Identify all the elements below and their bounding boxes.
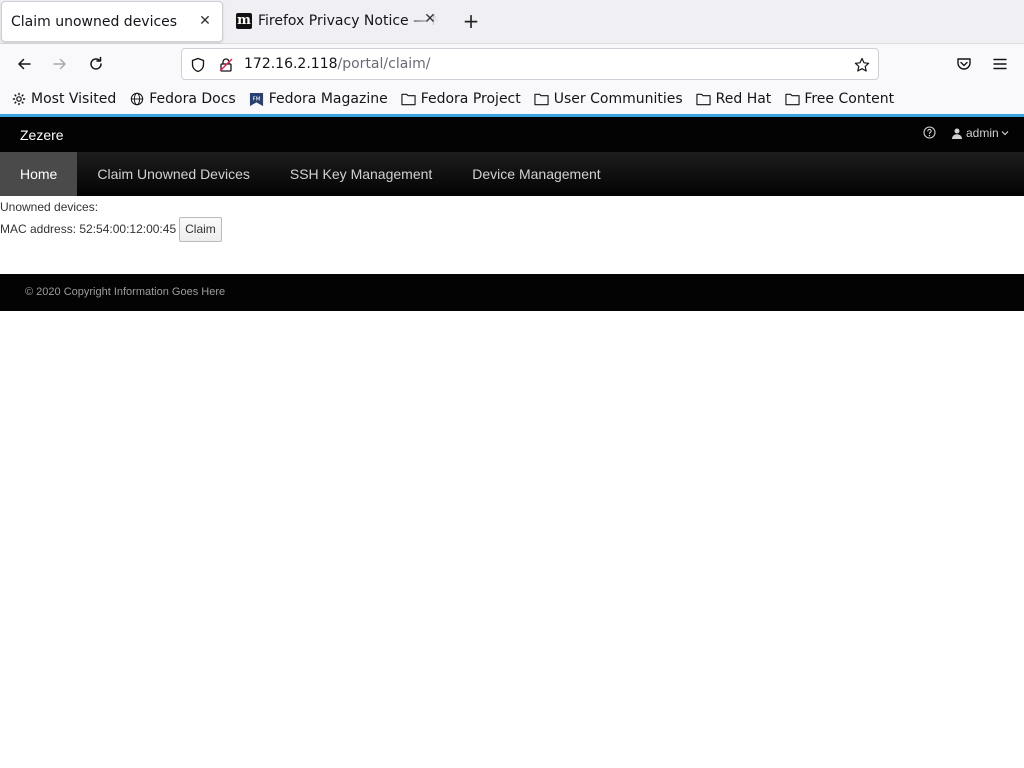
globe-icon bbox=[129, 91, 145, 107]
tab-title: Claim unowned devices bbox=[11, 13, 178, 30]
insecure-lock-icon[interactable] bbox=[217, 56, 235, 74]
help-icon[interactable] bbox=[921, 124, 937, 140]
hamburger-menu-icon bbox=[993, 58, 1007, 70]
address-bar[interactable]: 172.16.2.118/portal/claim/ bbox=[181, 48, 879, 80]
tab-claim-unowned-devices[interactable]: Claim unowned devices ✕ bbox=[1, 1, 223, 42]
web-page: Zezere admin Home Claim Unowned Devices … bbox=[0, 114, 1024, 768]
nav-home[interactable]: Home bbox=[0, 152, 78, 196]
username: admin bbox=[966, 126, 999, 140]
bookmark-fedora-project[interactable]: Fedora Project bbox=[401, 91, 521, 107]
bookmark-fedora-magazine[interactable]: FM Fedora Magazine bbox=[249, 91, 388, 107]
bookmark-label: Red Hat bbox=[715, 91, 772, 107]
tab-title: Firefox Privacy Notice — Mozilla bbox=[258, 12, 438, 29]
url-path: /portal/claim/ bbox=[337, 56, 431, 72]
mac-address-text: MAC address: 52:54:00:12:00:45 bbox=[0, 222, 177, 236]
bookmark-label: Fedora Docs bbox=[149, 91, 236, 107]
copyright-text: © 2020 Copyright Information Goes Here bbox=[25, 286, 226, 298]
chevron-down-icon bbox=[1001, 130, 1009, 136]
bookmark-label: Free Content bbox=[804, 91, 895, 107]
nav-claim-unowned-devices[interactable]: Claim Unowned Devices bbox=[77, 152, 270, 196]
bookmark-star-icon[interactable] bbox=[853, 56, 871, 74]
fedora-magazine-icon: FM bbox=[249, 91, 265, 107]
masthead: Zezere admin bbox=[0, 117, 1024, 152]
reload-icon bbox=[90, 56, 102, 70]
tab-firefox-privacy-notice[interactable]: m Firefox Privacy Notice — Mozilla ✕ bbox=[232, 0, 442, 41]
folder-icon bbox=[401, 91, 417, 107]
user-menu[interactable]: admin bbox=[952, 126, 1009, 140]
gear-icon bbox=[11, 91, 27, 107]
nav-device-management[interactable]: Device Management bbox=[452, 152, 620, 196]
bookmark-red-hat[interactable]: Red Hat bbox=[696, 91, 772, 107]
bookmark-label: Fedora Magazine bbox=[268, 91, 388, 107]
bookmark-label: Fedora Project bbox=[420, 91, 521, 107]
bookmark-fedora-docs[interactable]: Fedora Docs bbox=[129, 91, 236, 107]
nav-ssh-key-management[interactable]: SSH Key Management bbox=[270, 152, 452, 196]
primary-nav: Home Claim Unowned Devices SSH Key Manag… bbox=[0, 152, 1024, 196]
svg-text:FM: FM bbox=[253, 96, 261, 102]
main-content: Unowned devices: MAC address: 52:54:00:1… bbox=[0, 196, 1024, 242]
tab-strip: Claim unowned devices ✕ m Firefox Privac… bbox=[0, 0, 1024, 44]
folder-icon bbox=[696, 91, 712, 107]
bookmark-most-visited[interactable]: Most Visited bbox=[11, 91, 116, 107]
pocket-icon bbox=[957, 58, 971, 70]
brand-name[interactable]: Zezere bbox=[20, 127, 64, 143]
mozilla-favicon-icon: m bbox=[236, 12, 252, 29]
url-text[interactable]: 172.16.2.118/portal/claim/ bbox=[244, 56, 431, 72]
close-tab-icon[interactable]: ✕ bbox=[422, 11, 438, 27]
device-row: MAC address: 52:54:00:12:00:45 Claim bbox=[0, 216, 1024, 242]
footer: © 2020 Copyright Information Goes Here bbox=[0, 274, 1024, 311]
new-tab-button[interactable]: + bbox=[460, 10, 482, 32]
navigation-toolbar: 172.16.2.118/portal/claim/ bbox=[0, 44, 1024, 84]
bookmark-user-communities[interactable]: User Communities bbox=[534, 91, 683, 107]
reload-button[interactable] bbox=[82, 52, 110, 76]
app-menu-button[interactable] bbox=[986, 52, 1014, 76]
pocket-button[interactable] bbox=[950, 52, 978, 76]
bookmark-label: User Communities bbox=[553, 91, 683, 107]
bookmark-free-content[interactable]: Free Content bbox=[784, 91, 894, 107]
claim-button[interactable]: Claim bbox=[179, 216, 222, 242]
arrow-left-icon bbox=[18, 58, 31, 70]
folder-icon bbox=[534, 91, 550, 107]
user-icon bbox=[952, 128, 962, 139]
folder-icon bbox=[784, 91, 800, 107]
arrow-right-icon bbox=[53, 58, 66, 70]
bookmark-label: Most Visited bbox=[31, 91, 117, 107]
forward-button[interactable] bbox=[46, 52, 74, 76]
shield-icon[interactable] bbox=[189, 56, 207, 74]
close-tab-icon[interactable]: ✕ bbox=[197, 13, 213, 29]
url-host: 172.16.2.118 bbox=[244, 56, 338, 72]
unowned-devices-heading: Unowned devices: bbox=[0, 200, 99, 214]
bookmarks-toolbar: Most Visited Fedora Docs FM Fedora Magaz… bbox=[0, 84, 1024, 114]
back-button[interactable] bbox=[10, 52, 38, 76]
